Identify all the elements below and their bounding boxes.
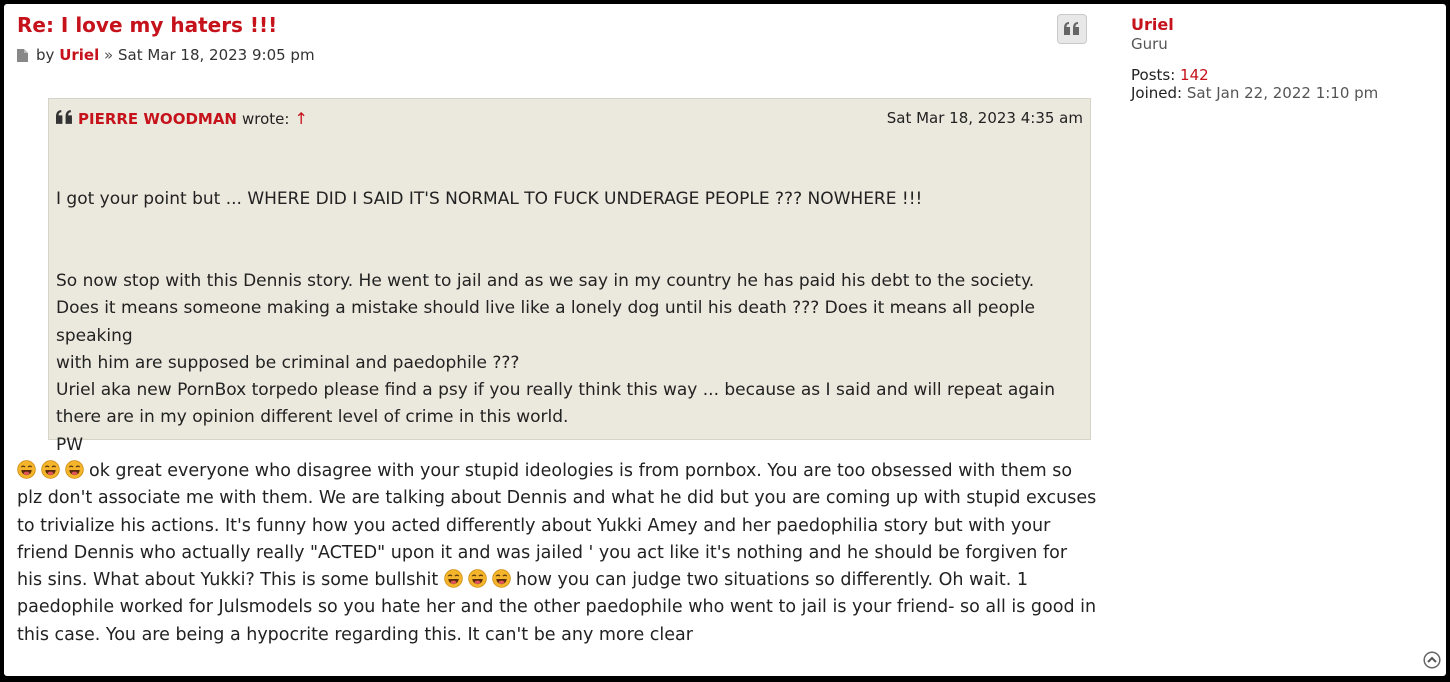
quote-button[interactable] [1057, 14, 1087, 44]
quote-text-line: So now stop with this Dennis story. He w… [56, 268, 1086, 459]
back-to-top-button[interactable] [1423, 651, 1441, 669]
quote-text-line: Does it means someone making a mistake s… [56, 298, 1036, 346]
poster-profile: Uriel Guru Posts: 142 Joined: Sat Jan 22… [1131, 15, 1378, 102]
quote-text-line: PW [56, 434, 84, 455]
post-content: ok great everyone who disagree with your… [17, 458, 1097, 649]
quote-text-line: with him are supposed be criminal and pa… [56, 352, 520, 373]
quoted-post: PIERRE WOODMAN wrote: ↑ Sat Mar 18, 2023… [48, 98, 1091, 455]
profile-joined: Joined: Sat Jan 22, 2022 1:10 pm [1131, 84, 1378, 102]
post-icon[interactable] [17, 48, 28, 66]
post-title[interactable]: Re: I love my haters !!! [17, 13, 277, 37]
byline-separator: » [104, 46, 114, 64]
by-label: by [36, 46, 55, 64]
quote-icon [1064, 20, 1080, 39]
profile-joined-date: Sat Jan 22, 2022 1:10 pm [1186, 84, 1379, 102]
post-author-link[interactable]: Uriel [59, 46, 99, 64]
quote-text-line: Uriel aka new PornBox torpedo please fin… [56, 380, 1055, 401]
profile-posts-label: Posts: [1131, 66, 1176, 84]
quote-jump-link[interactable]: ↑ [294, 109, 307, 128]
laughing-tongue-emoji [65, 460, 84, 479]
quote-text-line: So now stop with this Dennis story. He w… [56, 271, 1035, 291]
quote-date: Sat Mar 18, 2023 4:35 am [886, 109, 1083, 127]
laughing-tongue-emoji [17, 460, 36, 479]
quote-text-line: there are in my opinion different level … [56, 407, 569, 428]
quote-cite: PIERRE WOODMAN wrote: ↑ [56, 109, 308, 128]
profile-rank: Guru [1131, 35, 1168, 53]
laughing-tongue-emoji [41, 460, 60, 479]
profile-username[interactable]: Uriel [1131, 15, 1378, 34]
post-byline: by Uriel » Sat Mar 18, 2023 9:05 pm [17, 46, 315, 66]
quote-wrote-label: wrote: [241, 109, 290, 128]
post-datetime: Sat Mar 18, 2023 9:05 pm [117, 46, 315, 64]
quote-mark-icon [56, 109, 73, 128]
laughing-tongue-emoji [492, 569, 511, 588]
laughing-tongue-emoji [468, 569, 487, 588]
quote-author-link[interactable]: PIERRE WOODMAN [78, 110, 237, 128]
chevron-up-circle-icon [1423, 651, 1441, 673]
quote-text-line: I got your point but ... WHERE DID I SAI… [56, 189, 923, 209]
profile-posts-count[interactable]: 142 [1180, 66, 1209, 84]
laughing-tongue-emoji [444, 569, 463, 588]
profile-joined-label: Joined: [1131, 84, 1183, 102]
profile-posts: Posts: 142 [1131, 66, 1378, 84]
